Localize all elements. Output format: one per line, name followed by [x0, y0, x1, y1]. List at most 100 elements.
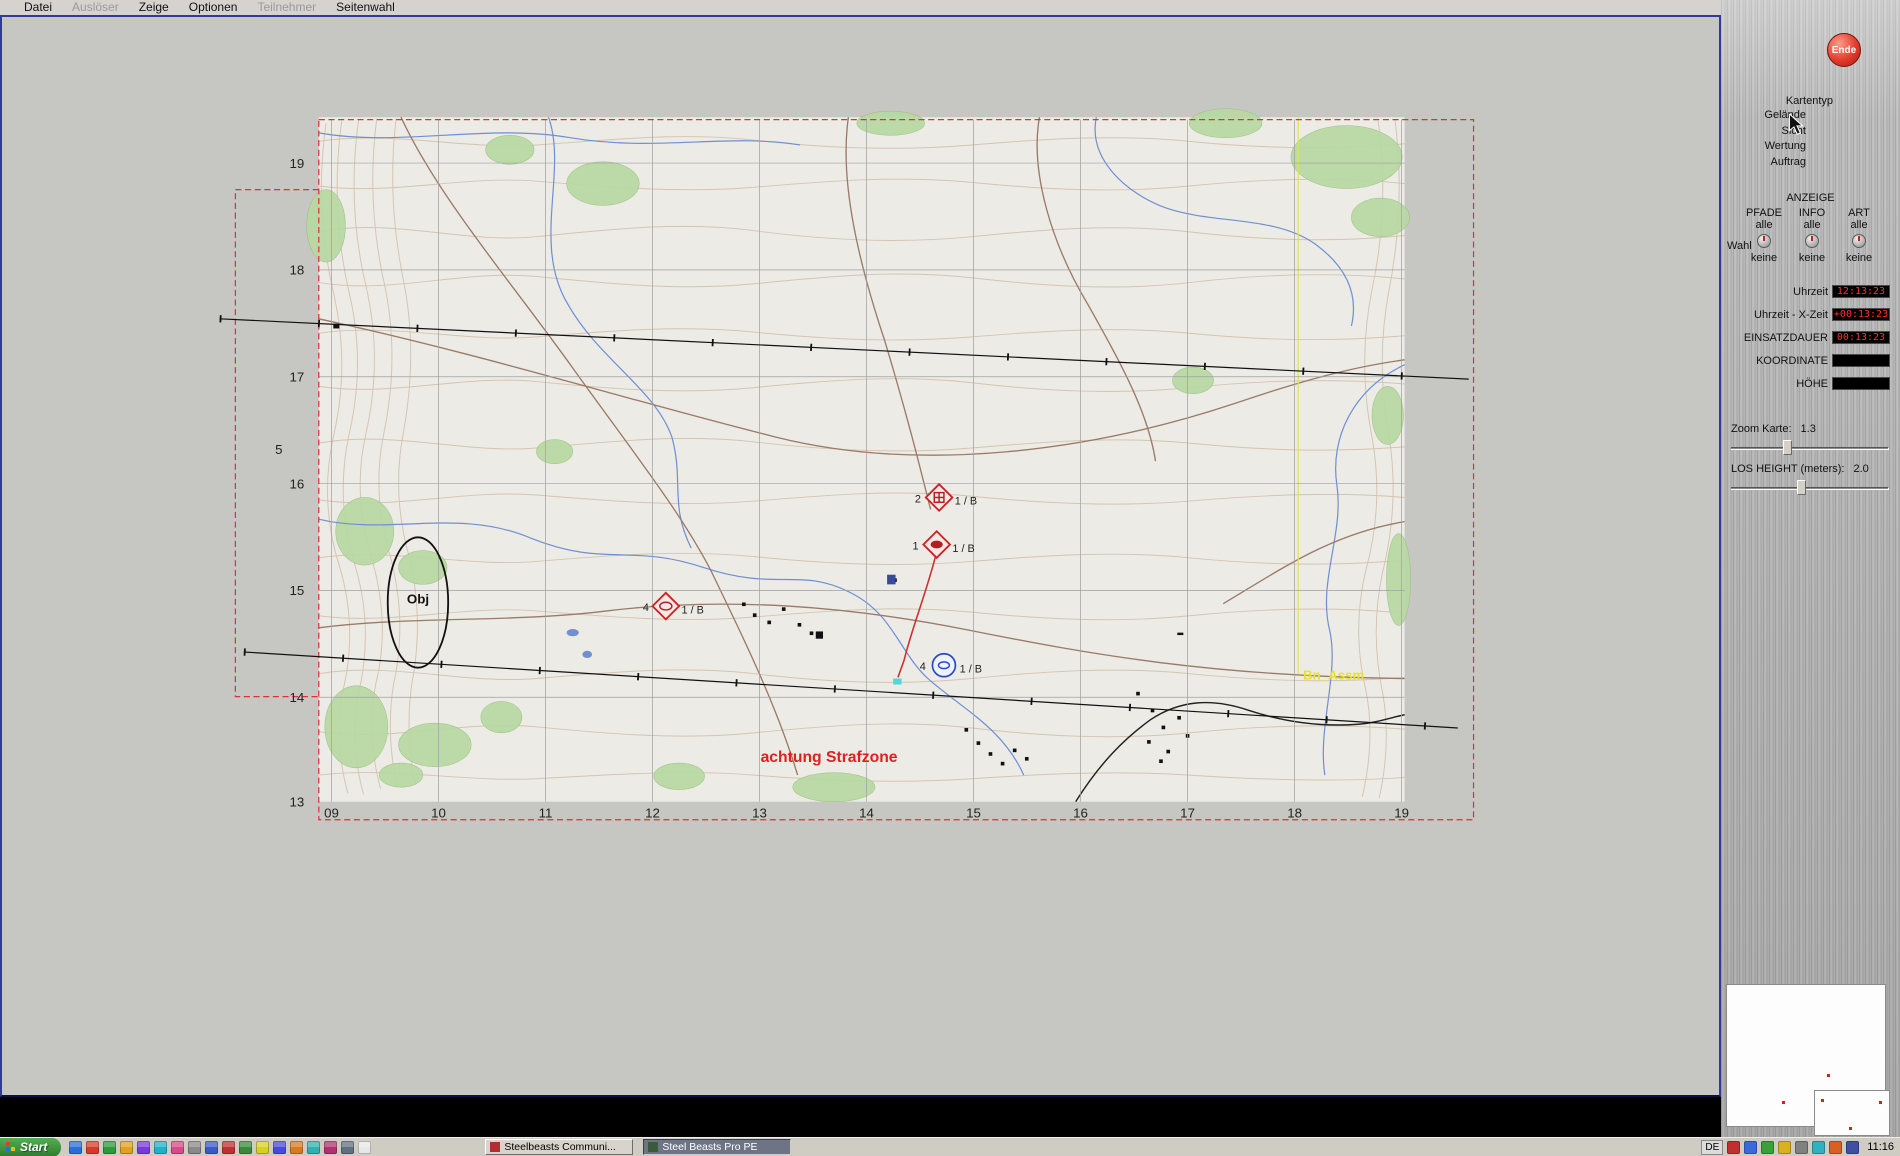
quicklaunch-icon[interactable]: [154, 1140, 168, 1154]
quicklaunch-icon[interactable]: [290, 1140, 304, 1154]
language-indicator[interactable]: DE: [1701, 1139, 1724, 1155]
art-knob-icon[interactable]: [1852, 234, 1866, 248]
pfade-alle-option[interactable]: alle: [1740, 219, 1788, 231]
start-button[interactable]: Start: [0, 1137, 62, 1156]
quicklaunch-icon[interactable]: [69, 1140, 83, 1154]
grid-col-label: 18: [1287, 805, 1302, 820]
tray-icon[interactable]: [1829, 1140, 1843, 1154]
grid-row-label: 15: [290, 583, 305, 598]
taskbar-clock[interactable]: 11:16: [1867, 1141, 1894, 1153]
end-button-label: Ende: [1831, 45, 1857, 56]
menu-bar: Datei Auslöser Zeige Optionen Teilnehmer…: [0, 0, 1721, 15]
mini-marker: [1821, 1099, 1824, 1102]
hoehe-label: HÖHE: [1796, 377, 1828, 390]
los-slider-track: [1731, 487, 1889, 490]
menu-ausloeser: Auslöser: [72, 0, 119, 14]
tray-icon[interactable]: [1727, 1140, 1741, 1154]
quicklaunch-icon[interactable]: [324, 1140, 338, 1154]
tray-icon[interactable]: [1846, 1140, 1860, 1154]
quicklaunch-icon[interactable]: [120, 1140, 134, 1154]
quicklaunch-icon[interactable]: [86, 1140, 100, 1154]
los-height-value: 2.0: [1853, 463, 1869, 475]
quicklaunch-icon[interactable]: [307, 1140, 321, 1154]
tray-icon[interactable]: [1744, 1140, 1758, 1154]
readout-koordinate: KOORDINATE: [1756, 354, 1890, 367]
zoom-slider-thumb[interactable]: [1783, 440, 1792, 455]
wahl-label: Wahl: [1727, 240, 1752, 252]
grid-col-label: 12: [645, 805, 660, 820]
zoom-karte-slider[interactable]: [1731, 440, 1889, 456]
start-button-label: Start: [20, 1140, 48, 1154]
quicklaunch-icon[interactable]: [222, 1140, 236, 1154]
koordinate-display: [1832, 354, 1890, 367]
tray-icon[interactable]: [1778, 1140, 1792, 1154]
menu-datei[interactable]: Datei: [14, 0, 62, 15]
unit-designation: 1 / B: [960, 663, 982, 675]
menu-teilnehmer: Teilnehmer: [257, 0, 317, 14]
grid-col-label: 09: [324, 805, 339, 820]
quicklaunch-icon[interactable]: [358, 1140, 372, 1154]
unit-designation: 1 / B: [952, 543, 974, 555]
los-height-row: LOS HEIGHT (meters): 2.0: [1731, 463, 1869, 475]
overview-marker: [1782, 1101, 1785, 1104]
anzeige-column-pfade: PFADE alle keine: [1740, 207, 1788, 264]
quicklaunch-icon[interactable]: [103, 1140, 117, 1154]
quicklaunch-icon[interactable]: [273, 1140, 287, 1154]
map-type-option-auftrag[interactable]: Auftrag: [1721, 155, 1806, 171]
end-button[interactable]: Ende: [1827, 33, 1861, 67]
region-label: Bn_Assm: [1303, 668, 1364, 683]
los-height-label: LOS HEIGHT (meters):: [1731, 463, 1845, 475]
los-slider-thumb[interactable]: [1797, 480, 1806, 495]
quicklaunch-icon[interactable]: [239, 1140, 253, 1154]
anzeige-column-info: INFO alle keine: [1788, 207, 1836, 264]
map-type-option-wertung[interactable]: Wertung: [1721, 139, 1806, 155]
anzeige-title: ANZEIGE: [1786, 192, 1835, 204]
grid-row-label: 14: [290, 690, 305, 705]
system-tray: DE 11:16: [1701, 1139, 1900, 1155]
info-knob-icon[interactable]: [1805, 234, 1819, 248]
selected-position-marker[interactable]: [893, 678, 902, 685]
mouse-cursor-icon: [1789, 114, 1804, 135]
task-label: Steelbeasts Communi...: [504, 1141, 616, 1153]
quicklaunch-icon[interactable]: [205, 1140, 219, 1154]
art-header: ART: [1848, 207, 1870, 219]
info-keine-option[interactable]: keine: [1788, 252, 1836, 264]
menu-zeige[interactable]: Zeige: [129, 0, 179, 15]
map-paper: [318, 117, 1405, 802]
map-canvas[interactable]: Obj 2 1 / B 1 1 / B 4 1 / B 4 1 / B acht…: [2, 17, 1719, 1095]
art-keine-option[interactable]: keine: [1835, 252, 1883, 264]
quicklaunch-icon[interactable]: [341, 1140, 355, 1154]
los-height-slider[interactable]: [1731, 480, 1889, 496]
quicklaunch-icon[interactable]: [171, 1140, 185, 1154]
grid-row-label: 17: [290, 370, 305, 385]
tray-icon[interactable]: [1761, 1140, 1775, 1154]
quicklaunch-icon[interactable]: [256, 1140, 270, 1154]
menu-optionen[interactable]: Optionen: [179, 0, 248, 15]
tray-icon[interactable]: [1812, 1140, 1826, 1154]
grid-row-label: 18: [290, 263, 305, 278]
pfade-knob-icon[interactable]: [1757, 234, 1771, 248]
task-button-steelbeasts-community[interactable]: Steelbeasts Communi...: [485, 1139, 634, 1155]
objective-label: Obj: [407, 592, 429, 607]
task-button-steel-beasts-pro[interactable]: Steel Beasts Pro PE: [643, 1139, 792, 1155]
koordinate-label: KOORDINATE: [1756, 354, 1828, 367]
anzeige-column-art: ART alle keine: [1835, 207, 1883, 264]
control-panel: Ende Kartentyp Gelände Sicht Wertung Auf…: [1721, 0, 1900, 1137]
info-alle-option[interactable]: alle: [1788, 219, 1836, 231]
grid-col-label: 19: [1394, 805, 1409, 820]
grid-col-label: 13: [752, 805, 767, 820]
waypoint-marker[interactable]: [887, 574, 896, 585]
app-icon: [648, 1142, 659, 1152]
quicklaunch-icon[interactable]: [137, 1140, 151, 1154]
overview-marker: [1827, 1074, 1830, 1077]
zoom-slider-track: [1731, 447, 1889, 450]
grid-col-label: 15: [966, 805, 981, 820]
uhrzeit-label: Uhrzeit: [1793, 285, 1828, 298]
pfade-keine-option[interactable]: keine: [1740, 252, 1788, 264]
quicklaunch-icon[interactable]: [188, 1140, 202, 1154]
mini-marker: [1849, 1127, 1852, 1130]
penalty-zone-warning: achtung Strafzone: [761, 749, 898, 766]
menu-seitenwahl[interactable]: Seitenwahl: [326, 0, 405, 15]
art-alle-option[interactable]: alle: [1835, 219, 1883, 231]
tray-icon[interactable]: [1795, 1140, 1809, 1154]
